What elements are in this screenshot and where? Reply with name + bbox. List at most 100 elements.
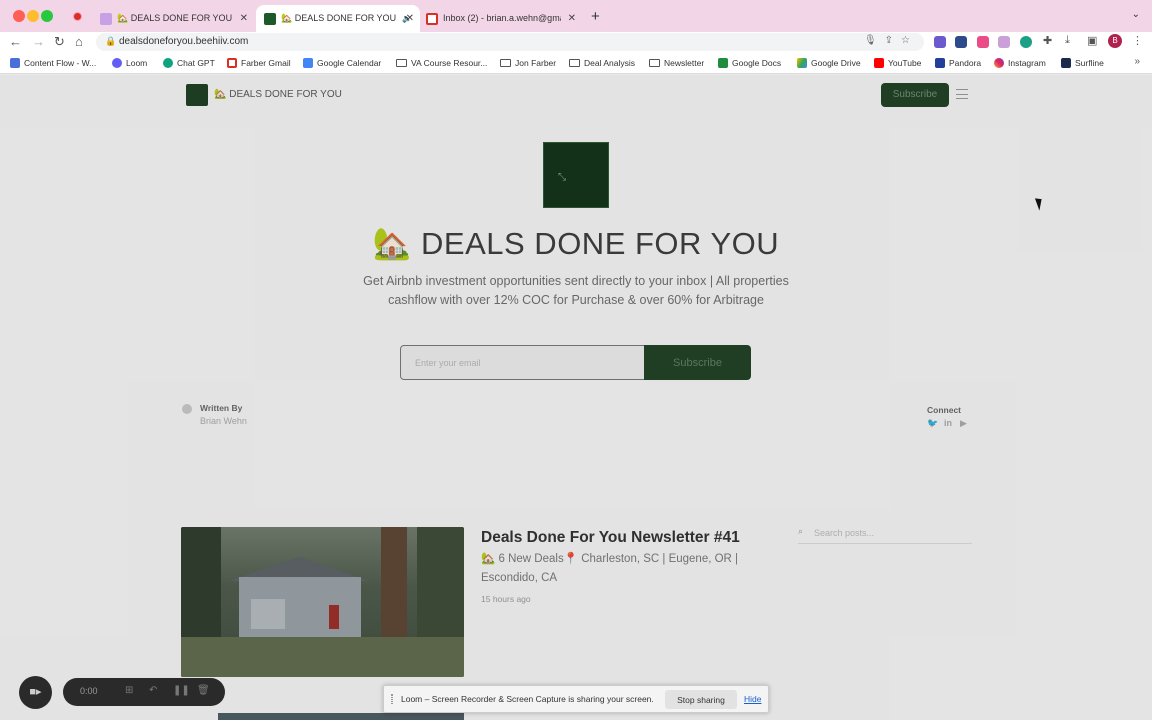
forward-button[interactable]: → xyxy=(32,34,45,49)
mic-icon[interactable]: 🎙 xyxy=(864,35,885,46)
post-thumbnail[interactable] xyxy=(218,713,464,720)
stop-sharing-button[interactable]: Stop sharing xyxy=(665,690,737,709)
bookmark-item[interactable]: Jon Farber xyxy=(500,57,556,68)
tab-beehiiv-editor[interactable]: 🏡 DEALS DONE FOR YOU - be ✕ xyxy=(94,5,254,32)
bookmark-item[interactable]: Farber Gmail xyxy=(227,57,291,68)
lock-icon[interactable]: 🔒 xyxy=(105,36,116,47)
bookmark-item[interactable]: Deal Analysis xyxy=(569,57,635,68)
drive-icon xyxy=(797,57,807,68)
trash-icon[interactable]: 🗑 xyxy=(197,685,210,696)
bookmark-item[interactable]: Google Drive xyxy=(797,57,861,68)
extension-icon[interactable] xyxy=(998,36,1010,48)
avatar xyxy=(182,404,192,414)
puzzle-icon[interactable]: ✚ xyxy=(1043,34,1052,47)
address-bar[interactable]: 🔒 dealsdoneforyou.beehiiv.com 🎙⇪☆ xyxy=(96,33,924,51)
more-bookmarks-button[interactable]: » xyxy=(1134,56,1140,67)
reload-button[interactable]: ↻ xyxy=(54,34,65,50)
bookmark-item[interactable]: Chat GPT xyxy=(163,57,215,68)
page-title: 🏡 DEALS DONE FOR YOU xyxy=(372,226,780,261)
bookmark-label: Chat GPT xyxy=(177,57,215,68)
close-window-button[interactable] xyxy=(13,10,25,22)
back-button[interactable]: ← xyxy=(9,34,22,49)
email-field[interactable] xyxy=(400,345,646,380)
folder-icon xyxy=(649,58,660,67)
bookmark-item[interactable]: Surfline xyxy=(1061,57,1104,68)
bookmark-label: Newsletter xyxy=(664,57,705,68)
bookmark-item[interactable]: Instagram xyxy=(994,57,1046,68)
maximize-window-button[interactable] xyxy=(41,10,53,22)
menu-icon[interactable]: ⋮ xyxy=(1132,34,1143,47)
sharing-message: Loom – Screen Recorder & Screen Capture … xyxy=(401,694,654,704)
instagram-icon xyxy=(994,57,1004,68)
chevron-down-icon[interactable]: ⌄ xyxy=(1132,9,1140,20)
subscribe-button[interactable]: Subscribe xyxy=(644,345,751,380)
bookmarks-bar: Content Flow - W... Loom Chat GPT Farber… xyxy=(0,52,1152,74)
url-text: dealsdoneforyou.beehiiv.com xyxy=(119,36,249,47)
bookmark-item[interactable]: Newsletter xyxy=(649,57,704,68)
recording-icon xyxy=(73,12,82,21)
page-description: Get Airbnb investment opportunities sent… xyxy=(363,274,789,307)
calendar-icon xyxy=(303,57,313,68)
close-icon[interactable]: ✕ xyxy=(240,5,248,32)
bookmark-label: Pandora xyxy=(949,57,982,68)
grid-icon[interactable]: ⊞ xyxy=(125,685,133,696)
drag-handle-icon[interactable] xyxy=(391,694,393,704)
post-title[interactable]: Deals Done For You Newsletter #41 xyxy=(481,529,740,547)
pause-icon[interactable]: ❚❚ xyxy=(173,685,190,696)
tab-deals-done-for-you[interactable]: 🏡 DEALS DONE FOR YOU 🔈 ✕ xyxy=(256,5,420,32)
bookmark-item[interactable]: Google Docs xyxy=(718,57,781,68)
youtube-icon[interactable]: ▶ xyxy=(960,418,967,429)
extension-icon[interactable] xyxy=(955,36,967,48)
chatgpt-icon xyxy=(163,57,173,68)
bookmark-item[interactable]: Google Calendar xyxy=(303,57,381,68)
bookmark-item[interactable]: VA Course Resour... xyxy=(396,57,487,68)
content-flow-icon xyxy=(10,57,20,68)
recording-timer: 0:00 xyxy=(80,686,98,696)
search-input[interactable] xyxy=(814,525,964,541)
bookmark-item[interactable]: Loom xyxy=(112,57,147,68)
hamburger-menu-icon[interactable] xyxy=(956,89,968,99)
avatar[interactable]: B xyxy=(1108,34,1122,48)
expand-icon: ⤡ xyxy=(558,172,566,183)
nav-subscribe-button[interactable]: Subscribe xyxy=(881,83,949,107)
sidepanel-icon[interactable]: ▣ xyxy=(1087,34,1097,47)
post-timestamp: 15 hours ago xyxy=(481,594,531,604)
gmail-icon xyxy=(426,12,438,25)
site-logo[interactable] xyxy=(186,84,208,106)
author-name[interactable]: Brian Wehn xyxy=(200,416,247,426)
extension-icon[interactable] xyxy=(977,36,989,48)
post-thumbnail[interactable] xyxy=(181,527,464,677)
bookmark-label: VA Course Resour... xyxy=(411,57,488,68)
bookmark-item[interactable]: Pandora xyxy=(935,57,981,68)
docs-icon xyxy=(718,57,728,68)
twitter-icon[interactable]: 🐦 xyxy=(927,418,938,429)
hide-link[interactable]: Hide xyxy=(744,694,761,704)
extension-icon[interactable] xyxy=(934,36,946,48)
publication-logo: ⤡ xyxy=(543,142,609,208)
camera-icon[interactable]: ■▸ xyxy=(19,676,52,709)
tab-label: Inbox (2) - brian.a.wehn@gma xyxy=(443,13,561,24)
share-icon[interactable]: ⇪ xyxy=(885,35,901,46)
folder-icon xyxy=(569,58,580,67)
new-tab-button[interactable]: + xyxy=(591,8,600,25)
close-icon[interactable]: ✕ xyxy=(568,5,576,32)
linkedin-icon[interactable]: in xyxy=(944,418,952,428)
bookmark-label: Google Docs xyxy=(732,57,782,68)
bookmark-item[interactable]: YouTube xyxy=(874,57,921,68)
star-icon[interactable]: ☆ xyxy=(901,35,918,46)
bookmark-item[interactable]: Content Flow - W... xyxy=(10,57,96,68)
close-icon[interactable]: ✕ xyxy=(406,5,414,32)
minimize-window-button[interactable] xyxy=(27,10,39,22)
browser-toolbar: ← → ↻ ⌂ 🔒 dealsdoneforyou.beehiiv.com 🎙⇪… xyxy=(0,32,1152,52)
bookmark-label: Deal Analysis xyxy=(584,57,636,68)
site-favicon-icon xyxy=(264,12,276,25)
address-bar-actions[interactable]: 🎙⇪☆ xyxy=(864,35,918,46)
undo-icon[interactable]: ↶ xyxy=(149,685,157,696)
folder-icon xyxy=(396,58,407,67)
search-icon: ⌕ xyxy=(798,526,804,536)
extension-icon[interactable] xyxy=(1020,36,1032,48)
download-icon[interactable]: ⤓ xyxy=(1065,34,1070,47)
tab-gmail-inbox[interactable]: Inbox (2) - brian.a.wehn@gma ✕ xyxy=(420,5,582,32)
home-button[interactable]: ⌂ xyxy=(75,34,83,49)
site-name[interactable]: 🏡 DEALS DONE FOR YOU xyxy=(214,89,342,100)
